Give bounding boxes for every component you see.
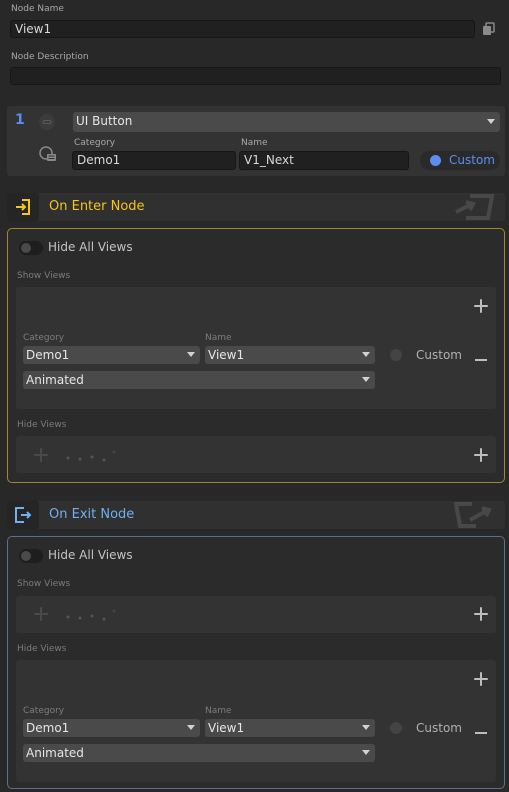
enter-show-name-value: View1 bbox=[208, 348, 245, 362]
chevron-down-icon bbox=[362, 352, 370, 357]
enter-node-icon-box bbox=[7, 193, 39, 221]
enter-show-category-dropdown[interactable]: Demo1 bbox=[23, 346, 200, 364]
enter-show-custom-radio[interactable] bbox=[390, 349, 402, 361]
chevron-down-icon bbox=[187, 352, 195, 357]
dotted-empty-icon bbox=[66, 609, 116, 621]
enter-show-name-dropdown[interactable]: View1 bbox=[205, 346, 375, 364]
exit-hide-custom-radio[interactable] bbox=[390, 722, 402, 734]
enter-show-remove-icon[interactable] bbox=[475, 359, 487, 361]
exit-hide-all-toggle[interactable] bbox=[19, 549, 43, 563]
enter-node-title: On Enter Node bbox=[49, 199, 145, 214]
exit-show-views-label: Show Views bbox=[17, 579, 71, 589]
exit-node-icon-box bbox=[7, 501, 39, 529]
enter-hide-add-icon[interactable] bbox=[474, 448, 488, 462]
chevron-down-icon bbox=[362, 750, 370, 755]
exit-node-title: On Exit Node bbox=[49, 507, 135, 522]
exit-hide-views-label: Hide Views bbox=[17, 644, 67, 654]
copy-icon[interactable] bbox=[482, 21, 496, 35]
chevron-down-icon bbox=[362, 725, 370, 730]
trigger-index: 1 bbox=[15, 112, 25, 128]
link-icon[interactable] bbox=[39, 114, 55, 130]
exit-hide-add-icon[interactable] bbox=[474, 672, 488, 686]
trigger-category-input[interactable]: Demo1 bbox=[72, 151, 236, 170]
dotted-empty-icon bbox=[66, 450, 116, 462]
enter-show-animation-value: Animated bbox=[26, 373, 84, 387]
enter-show-category-value: Demo1 bbox=[26, 348, 70, 362]
exit-show-empty-add-icon bbox=[34, 607, 48, 621]
enter-show-name-label: Name bbox=[205, 333, 232, 343]
enter-show-custom-label: Custom bbox=[416, 348, 462, 362]
node-name-label: Node Name bbox=[11, 4, 64, 14]
enter-hide-all-label: Hide All Views bbox=[48, 240, 133, 254]
chevron-down-icon bbox=[187, 725, 195, 730]
enter-show-add-icon[interactable] bbox=[474, 299, 488, 313]
enter-show-category-label: Category bbox=[23, 333, 65, 343]
enter-hide-views-label: Hide Views bbox=[17, 420, 67, 430]
chevron-down-icon bbox=[487, 119, 495, 124]
exit-hide-all-label: Hide All Views bbox=[48, 548, 133, 562]
exit-hide-animation-dropdown[interactable]: Animated bbox=[23, 744, 375, 762]
node-description-label: Node Description bbox=[11, 52, 89, 62]
chevron-down-icon bbox=[362, 377, 370, 382]
trigger-name-input[interactable]: V1_Next bbox=[239, 151, 409, 170]
exit-hide-name-dropdown[interactable]: View1 bbox=[205, 719, 375, 737]
custom-toggle-label: Custom bbox=[449, 153, 495, 167]
exit-hide-name-value: View1 bbox=[208, 721, 245, 735]
enter-show-views-label: Show Views bbox=[17, 271, 71, 281]
trigger-category-label: Category bbox=[74, 138, 116, 148]
exit-hide-custom-label: Custom bbox=[416, 721, 462, 735]
custom-toggle-indicator bbox=[430, 155, 441, 166]
trigger-type-value: UI Button bbox=[76, 114, 133, 128]
exit-hide-animation-value: Animated bbox=[26, 746, 84, 760]
enter-hide-empty-add-icon bbox=[34, 448, 48, 462]
enter-node-watermark-icon bbox=[455, 194, 495, 220]
enter-show-animation-dropdown[interactable]: Animated bbox=[23, 371, 375, 389]
enter-node-icon bbox=[16, 199, 30, 215]
custom-toggle[interactable]: Custom bbox=[420, 151, 500, 170]
exit-hide-category-value: Demo1 bbox=[26, 721, 70, 735]
node-description-input[interactable] bbox=[10, 67, 501, 85]
exit-hide-category-dropdown[interactable]: Demo1 bbox=[23, 719, 200, 737]
exit-hide-remove-icon[interactable] bbox=[475, 732, 487, 734]
database-icon bbox=[39, 146, 57, 162]
exit-node-icon bbox=[15, 507, 32, 523]
exit-hide-category-label: Category bbox=[23, 706, 65, 716]
exit-hide-name-label: Name bbox=[205, 706, 232, 716]
trigger-name-label: Name bbox=[241, 138, 268, 148]
exit-show-add-icon[interactable] bbox=[474, 607, 488, 621]
trigger-type-dropdown[interactable]: UI Button bbox=[73, 112, 500, 132]
enter-hide-all-toggle[interactable] bbox=[19, 241, 43, 255]
node-name-input[interactable]: View1 bbox=[10, 20, 475, 38]
exit-node-watermark-icon bbox=[453, 502, 492, 528]
